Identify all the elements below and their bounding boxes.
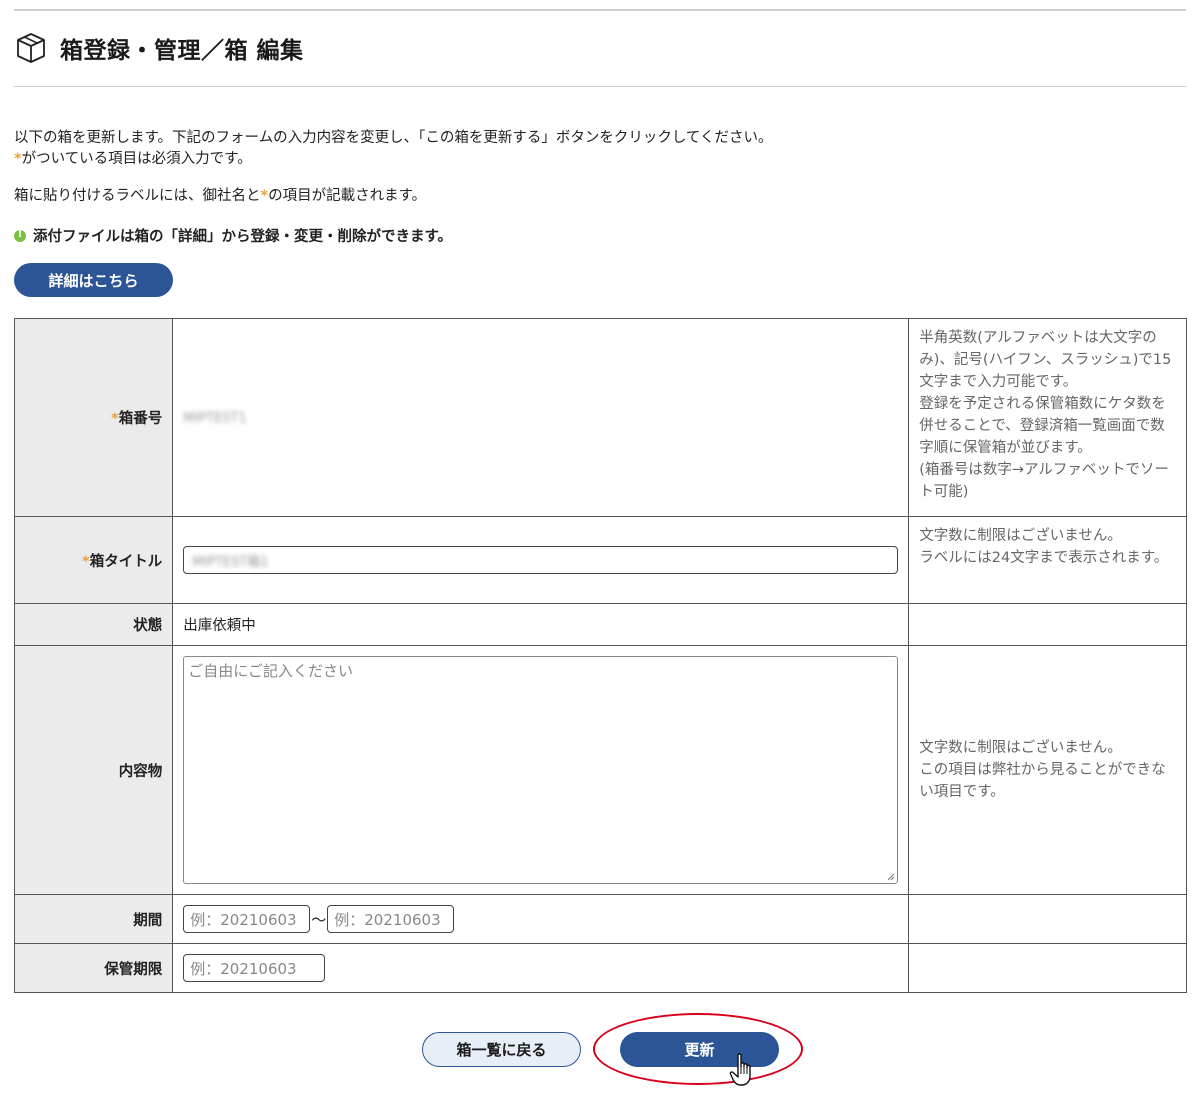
hand-cursor-icon	[729, 1053, 751, 1086]
label-note: 箱に貼り付けるラベルには、御社名と*の項目が記載されます。	[14, 186, 426, 207]
period-row: 期間 例：20210603 ～ 例：20210603	[13, 894, 1187, 944]
top-divider	[14, 9, 1186, 11]
resize-grip-icon[interactable]	[885, 871, 895, 881]
label-note-post: の項目が記載されます。	[268, 188, 427, 204]
title-divider	[14, 86, 1186, 87]
box-number-value: MIPTEST1	[183, 410, 247, 426]
period-to-input[interactable]: 例：20210603	[327, 905, 455, 933]
retention-hint	[908, 943, 1187, 993]
status-value: 出庫依頼中	[172, 603, 910, 646]
box-number-label-cell: *箱番号	[13, 318, 174, 517]
box-title-input[interactable]: MIPTEST箱1	[183, 546, 899, 574]
box-number-hint-text: 半角英数(アルファベットは大文字のみ)、記号(ハイフン、スラッシュ)で15文字ま…	[919, 330, 1172, 500]
box-number-label: 箱番号	[118, 411, 163, 427]
box-title-row: *箱タイトル MIPTEST箱1 文字数に制限はございません。 ラベルには24文…	[13, 516, 1187, 604]
box-edit-form: *箱番号 MIPTEST1 半角英数(アルファベットは大文字のみ)、記号(ハイフ…	[13, 318, 1187, 993]
status-row: 状態 出庫依頼中	[13, 603, 1187, 646]
box-title-field-cell: MIPTEST箱1	[172, 516, 910, 604]
page-title: 箱登録・管理／箱 編集	[60, 38, 304, 64]
box-icon	[17, 33, 45, 63]
required-mark: *	[82, 553, 90, 570]
period-field-cell: 例：20210603 ～ 例：20210603	[172, 894, 910, 944]
status-hint	[908, 603, 1187, 646]
label-note-pre: 箱に貼り付けるラベルには、御社名と	[14, 188, 261, 204]
contents-field-cell: ご自由にご記入ください	[172, 645, 910, 895]
period-label: 期間	[13, 894, 174, 944]
box-title-hint: 文字数に制限はございません。 ラベルには24文字まで表示されます。	[908, 516, 1187, 604]
status-label: 状態	[13, 603, 174, 646]
contents-placeholder: ご自由にご記入ください	[188, 662, 353, 680]
contents-hint: 文字数に制限はございません。 この項目は弊社から見ることができない項目です。	[908, 645, 1187, 895]
period-separator: ～	[311, 910, 327, 929]
attachment-notice: 添付ファイルは箱の「詳細」から登録・変更・削除ができます。	[14, 225, 452, 246]
box-title-input-value: MIPTEST箱1	[192, 554, 269, 570]
details-button[interactable]: 詳細はこちら	[14, 263, 173, 297]
box-number-value-cell: MIPTEST1	[172, 318, 910, 517]
intro-line-1: 以下の箱を更新します。下記のフォームの入力内容を変更し、「この箱を更新する」ボタ…	[14, 130, 773, 146]
required-mark: *	[111, 411, 119, 427]
intro-line-2: *がついている項目は必須入力です。	[14, 149, 773, 170]
intro-text: 以下の箱を更新します。下記のフォームの入力内容を変更し、「この箱を更新する」ボタ…	[14, 128, 773, 170]
period-from-input[interactable]: 例：20210603	[183, 905, 311, 933]
retention-row: 保管期限 例：20210603	[13, 943, 1187, 993]
info-dot-icon	[14, 229, 26, 242]
retention-label: 保管期限	[13, 943, 174, 993]
update-highlight-ring	[593, 1013, 803, 1085]
page-header: 箱登録・管理／箱 編集	[14, 28, 304, 68]
intro-line-2-text: がついている項目は必須入力です。	[21, 151, 252, 167]
back-to-list-button[interactable]: 箱一覧に戻る	[422, 1032, 581, 1067]
attachment-notice-text: 添付ファイルは箱の「詳細」から登録・変更・削除ができます。	[33, 229, 453, 245]
period-range: 例：20210603 ～ 例：20210603	[183, 905, 898, 933]
required-mark: *	[14, 151, 22, 167]
contents-textarea[interactable]: ご自由にご記入ください	[183, 656, 899, 884]
box-title-label-cell: *箱タイトル	[13, 516, 174, 604]
period-hint	[908, 894, 1187, 944]
contents-hint-text: 文字数に制限はございません。 この項目は弊社から見ることができない項目です。	[919, 740, 1166, 800]
contents-row: 内容物 ご自由にご記入ください 文字数に制限はございません。 この項目は弊社から…	[13, 645, 1187, 895]
box-title-hint-text: 文字数に制限はございません。 ラベルには24文字まで表示されます。	[919, 528, 1169, 566]
contents-label: 内容物	[13, 645, 174, 895]
retention-field-cell: 例：20210603	[172, 943, 910, 993]
retention-input[interactable]: 例：20210603	[183, 954, 326, 982]
box-title-label: 箱タイトル	[89, 553, 163, 570]
required-mark: *	[260, 188, 269, 204]
box-number-row: *箱番号 MIPTEST1 半角英数(アルファベットは大文字のみ)、記号(ハイフ…	[13, 318, 1187, 517]
box-number-hint: 半角英数(アルファベットは大文字のみ)、記号(ハイフン、スラッシュ)で15文字ま…	[908, 318, 1187, 517]
